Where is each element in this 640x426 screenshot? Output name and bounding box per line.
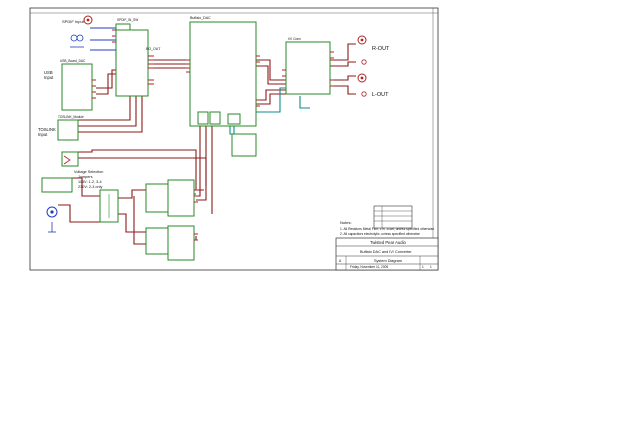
title-block: Twisted Pear Audio Buffalo DAC and IV/ C… [335,237,439,271]
input-board: BO_OUT [115,29,161,97]
headphone-jack [61,151,79,167]
title-of: 1 [430,265,432,269]
note-2: 2. All capacitors electrolytic, unless s… [340,232,420,236]
coax-input-jack: SPDIF Input [62,15,93,25]
schematic-canvas: SPDIF Input SPDIF_IN_SW USB_Board_DAC US… [29,7,439,271]
usb-input-label: USB Input [44,70,54,80]
mains-transformer [99,189,119,223]
voltage-selection-note: Voltage Selection Jumpers 115V: 1-2, 3-4… [74,170,103,189]
left-output-label: L-OUT [372,92,389,98]
iv-converter-label: I/V Conv [288,37,301,41]
title-document: System Diagram [374,259,402,263]
toslink-module-label: TOSLINK_Module [58,115,84,119]
voltage-note-line2: Jumpers [78,175,93,179]
power-supply-upper [145,179,198,217]
power-supply-lower [145,225,198,261]
spdif-switch-label: SPDIF_IN_SW [117,18,138,22]
voltage-note-line1: Voltage Selection [74,170,103,174]
coax-transformer [70,34,84,48]
dac-header-left [197,111,209,125]
buffalo-dac-board: Buffalo_DAC [186,16,260,127]
right-output-jacks: R-OUT [357,35,390,65]
toslink-input-label: TOSLINK Input [38,127,57,137]
right-output-label: R-OUT [372,46,390,52]
title-project: Buffalo DAC and IV/ Converter [360,250,412,254]
title-date: Friday, November 11, 2005 [350,265,388,269]
usb-module: USB_Board_DAC USB Input [44,59,96,111]
input-board-label: BO_OUT [146,47,161,51]
revision-table [373,205,413,229]
iv-converter-board: I/V Conv [282,37,334,95]
toslink-module: TOSLINK_Module TOSLINK Input [38,115,84,141]
voltage-note-line4: 230V: 2-3 only [78,185,102,189]
dac-header-right [209,111,221,125]
notes-title: Notes: [340,220,352,225]
usb-module-label: USB_Board_DAC [60,59,86,63]
voltage-note-line3: 115V: 1-2, 3-4 [78,180,102,184]
left-output-jacks: L-OUT [357,73,389,98]
title-company: Twisted Pear Audio [370,240,407,245]
coax-input-label: SPDIF Input [62,19,85,24]
buffalo-dac-label: Buffalo_DAC [190,16,211,20]
title-sheet: 1 [422,265,424,269]
